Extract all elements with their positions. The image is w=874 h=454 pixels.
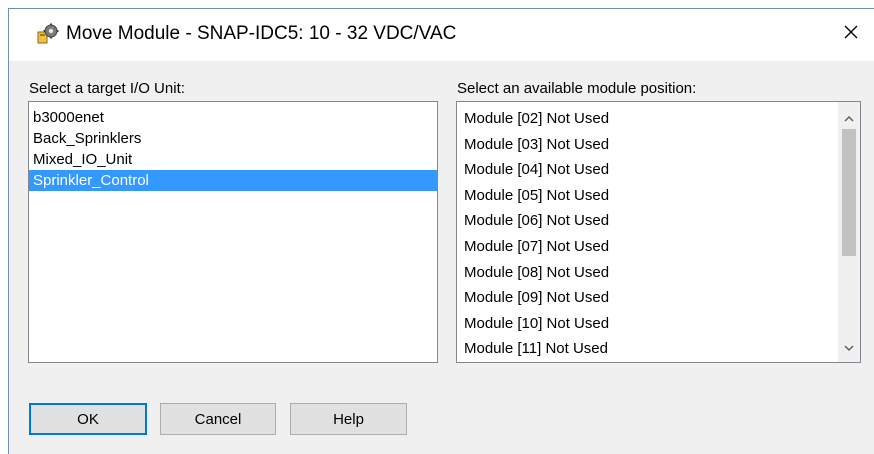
io-unit-listbox[interactable]: b3000enet Back_Sprinklers Mixed_IO_Unit …	[28, 101, 438, 363]
scroll-up-button[interactable]	[838, 106, 860, 128]
chevron-up-icon	[844, 109, 854, 126]
list-item[interactable]: Mixed_IO_Unit	[29, 149, 437, 170]
list-item[interactable]: Back_Sprinklers	[29, 128, 437, 149]
list-item[interactable]: Module [03] Not Used	[460, 132, 860, 158]
title-bar: Move Module - SNAP-IDC5: 10 - 32 VDC/VAC	[9, 9, 874, 61]
scroll-down-button[interactable]	[838, 336, 860, 358]
list-item[interactable]: Module [07] Not Used	[460, 234, 860, 260]
list-item[interactable]: Module [09] Not Used	[460, 285, 860, 311]
cancel-button[interactable]: Cancel	[160, 403, 276, 435]
list-item-selected[interactable]: Sprinkler_Control	[29, 170, 437, 191]
target-io-unit-label: Select a target I/O Unit:	[29, 80, 185, 97]
list-item[interactable]: Module [11] Not Used	[460, 336, 860, 362]
list-item[interactable]: Module [08] Not Used	[460, 260, 860, 286]
window-title: Move Module - SNAP-IDC5: 10 - 32 VDC/VAC	[66, 23, 457, 44]
list-item[interactable]: b3000enet	[29, 107, 437, 128]
list-item[interactable]: Module [05] Not Used	[460, 183, 860, 209]
scroll-thumb[interactable]	[842, 129, 856, 256]
gear-module-icon	[37, 23, 59, 45]
module-position-listbox[interactable]: Module [02] Not Used Module [03] Not Use…	[456, 101, 861, 363]
help-button[interactable]: Help	[290, 403, 407, 435]
close-icon	[843, 24, 859, 44]
list-item[interactable]: Module [06] Not Used	[460, 208, 860, 234]
vertical-scrollbar[interactable]	[838, 102, 860, 362]
list-item[interactable]: Module [10] Not Used	[460, 311, 860, 337]
module-position-label: Select an available module position:	[457, 80, 697, 97]
close-button[interactable]	[828, 15, 874, 53]
list-item[interactable]: Module [02] Not Used	[460, 106, 860, 132]
list-item[interactable]: Module [04] Not Used	[460, 157, 860, 183]
ok-button[interactable]: OK	[29, 403, 147, 435]
chevron-down-icon	[844, 339, 854, 356]
